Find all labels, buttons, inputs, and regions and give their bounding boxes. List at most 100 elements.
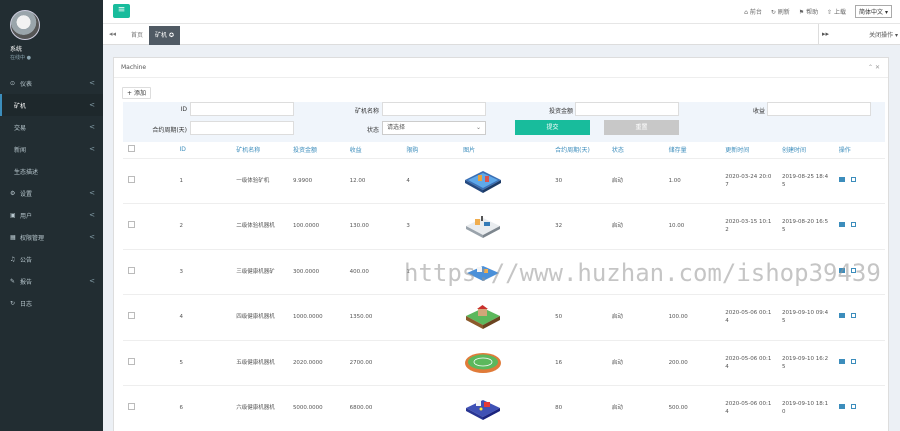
row-checkbox-cell[interactable] bbox=[123, 385, 177, 431]
cell-image bbox=[460, 385, 553, 431]
cell-name: 一级体验矿机 bbox=[233, 158, 290, 204]
sidebar-item-log[interactable]: ↻ 日志 bbox=[0, 292, 103, 314]
cell-income: 6800.00 bbox=[346, 385, 404, 431]
price-input[interactable] bbox=[575, 102, 679, 116]
id-input[interactable] bbox=[190, 102, 294, 116]
table-body: 1 一级体验矿机 9.9900 12.00 4 30 启动 1.00 2020-… bbox=[123, 158, 885, 431]
name-input[interactable] bbox=[382, 102, 486, 116]
row-checkbox[interactable] bbox=[128, 403, 135, 411]
folder-icon[interactable] bbox=[838, 358, 845, 364]
language-select[interactable]: 简体中文 ▾ bbox=[855, 5, 892, 18]
machine-panel: Machine ⌃ ✕ + 添加 ID 矿机名称 投资金额 收益 合约周期(天)… bbox=[113, 57, 889, 431]
panel-controls[interactable]: ⌃ ✕ bbox=[868, 64, 880, 71]
col-limit[interactable]: 限购 bbox=[403, 142, 461, 159]
row-checkbox-cell[interactable] bbox=[123, 158, 177, 204]
edit-icon[interactable] bbox=[850, 358, 856, 364]
row-checkbox[interactable] bbox=[128, 221, 135, 229]
sidebar-item-report[interactable]: ✎ 报告 < bbox=[0, 270, 103, 292]
name-label: 矿机名称 bbox=[354, 108, 379, 115]
cell-status: 启动 bbox=[608, 294, 666, 341]
row-checkbox[interactable] bbox=[128, 175, 135, 183]
days-input[interactable] bbox=[190, 121, 294, 135]
home-link[interactable]: ⌂ 前台 bbox=[744, 7, 762, 16]
income-label: 收益 bbox=[752, 108, 765, 115]
col-image[interactable]: 图片 bbox=[460, 142, 553, 159]
row-checkbox-cell[interactable] bbox=[123, 249, 177, 295]
status-select[interactable]: 请选择 ⌄ bbox=[382, 121, 486, 135]
col-stock[interactable]: 储存量 bbox=[665, 142, 723, 159]
cell-status: 启动 bbox=[608, 340, 666, 386]
cell-updated: 2020-05-06 00:1 4 bbox=[722, 340, 779, 386]
row-checkbox-cell[interactable] bbox=[123, 294, 177, 341]
col-income[interactable]: 收益 bbox=[346, 142, 404, 159]
machine-thumbnail[interactable] bbox=[463, 212, 503, 240]
cell-name: 五级健康机器机 bbox=[233, 340, 290, 386]
select-all-checkbox[interactable] bbox=[128, 145, 135, 153]
edit-icon[interactable] bbox=[850, 313, 856, 319]
cell-status: 启动 bbox=[608, 203, 666, 250]
top-links: ⌂ 前台 ↻ 刷新 ⚑ 帮助 ⇧ 上载 简体中文 ▾ bbox=[744, 5, 892, 18]
sidebar-item-settings[interactable]: ⚙ 设置 < bbox=[0, 182, 103, 204]
row-checkbox[interactable] bbox=[128, 312, 135, 320]
sidebar-item-trade[interactable]: 交易 < bbox=[0, 116, 103, 138]
add-button[interactable]: + 添加 bbox=[122, 87, 151, 99]
tab-machine[interactable]: 矿机 ✪ bbox=[149, 26, 180, 45]
topbar: ≡ ⌂ 前台 ↻ 刷新 ⚑ 帮助 ⇧ 上载 简体中文 ▾ bbox=[103, 0, 900, 24]
sidebar-item-notice[interactable]: ♫ 公告 bbox=[0, 248, 103, 270]
hamburger-icon: ≡ bbox=[117, 5, 126, 15]
machine-thumbnail[interactable] bbox=[463, 394, 503, 422]
cell-image bbox=[460, 158, 553, 204]
edit-icon[interactable] bbox=[850, 404, 856, 410]
price-label: 投资金额 bbox=[548, 108, 573, 115]
tab-home[interactable]: 首页 bbox=[125, 26, 149, 45]
col-name[interactable]: 矿机名称 bbox=[233, 142, 290, 159]
user-icon: ▣ bbox=[10, 211, 16, 219]
edit-icon[interactable] bbox=[850, 176, 856, 182]
sidebar-item-dashboard[interactable]: ⊙ 仪表 < bbox=[0, 72, 103, 94]
search-form: ID 矿机名称 投资金额 收益 合约周期(天) 状态 请选择 ⌄ 提交 重置 bbox=[123, 102, 885, 142]
cell-limit: 4 bbox=[403, 158, 461, 204]
machine-thumbnail[interactable] bbox=[463, 167, 503, 195]
reset-button[interactable]: 重置 bbox=[604, 120, 679, 135]
cell-name: 二级体验机器机 bbox=[233, 203, 290, 250]
select-all-header[interactable] bbox=[123, 142, 177, 159]
cell-stock: 10.00 bbox=[665, 203, 723, 250]
col-id[interactable]: ID bbox=[176, 142, 234, 159]
col-updated[interactable]: 更新时间 bbox=[722, 142, 779, 159]
row-checkbox[interactable] bbox=[128, 357, 135, 365]
sidebar-item-permissions[interactable]: ▦ 权限管理 < bbox=[0, 226, 103, 248]
cell-image bbox=[460, 340, 553, 386]
menu-toggle-button[interactable]: ≡ bbox=[113, 4, 130, 18]
col-days[interactable]: 合约周期(天) bbox=[552, 142, 609, 159]
row-checkbox-cell[interactable] bbox=[123, 340, 177, 386]
machine-thumbnail[interactable] bbox=[463, 349, 503, 377]
folder-icon[interactable] bbox=[838, 222, 845, 228]
tab-prev-icon[interactable]: ◂◂ bbox=[109, 30, 116, 38]
cell-image bbox=[460, 294, 553, 341]
row-checkbox-cell[interactable] bbox=[123, 203, 177, 250]
col-price[interactable]: 投资金额 bbox=[289, 142, 347, 159]
submit-button[interactable]: 提交 bbox=[515, 120, 590, 135]
folder-icon[interactable] bbox=[838, 176, 845, 182]
folder-icon[interactable] bbox=[838, 313, 845, 319]
sidebar-item-users[interactable]: ▣ 用户 < bbox=[0, 204, 103, 226]
chevron-left-icon: < bbox=[89, 145, 95, 153]
tab-ops-menu[interactable]: 关闭操作 ▾ bbox=[869, 30, 898, 39]
tab-next-icon[interactable]: ▸▸ bbox=[818, 24, 832, 44]
income-input[interactable] bbox=[767, 102, 871, 116]
sidebar-item-news[interactable]: 新闻 < bbox=[0, 138, 103, 160]
edit-icon[interactable] bbox=[850, 222, 856, 228]
cell-updated: 2020-03-24 20:0 7 bbox=[722, 158, 779, 204]
machine-thumbnail[interactable] bbox=[463, 303, 503, 331]
folder-icon[interactable] bbox=[838, 404, 845, 410]
help-link[interactable]: ⚑ 帮助 bbox=[799, 7, 818, 16]
sidebar-item-ecology[interactable]: 生态描述 bbox=[0, 160, 103, 182]
col-created[interactable]: 创建时间 bbox=[779, 142, 836, 159]
col-status[interactable]: 状态 bbox=[608, 142, 666, 159]
avatar[interactable] bbox=[10, 10, 40, 40]
sidebar-item-machine[interactable]: 矿机 < bbox=[0, 94, 103, 116]
chevron-left-icon: < bbox=[89, 123, 95, 131]
row-checkbox[interactable] bbox=[128, 266, 135, 274]
upload-link[interactable]: ⇧ 上载 bbox=[827, 7, 846, 16]
refresh-link[interactable]: ↻ 刷新 bbox=[771, 7, 790, 16]
